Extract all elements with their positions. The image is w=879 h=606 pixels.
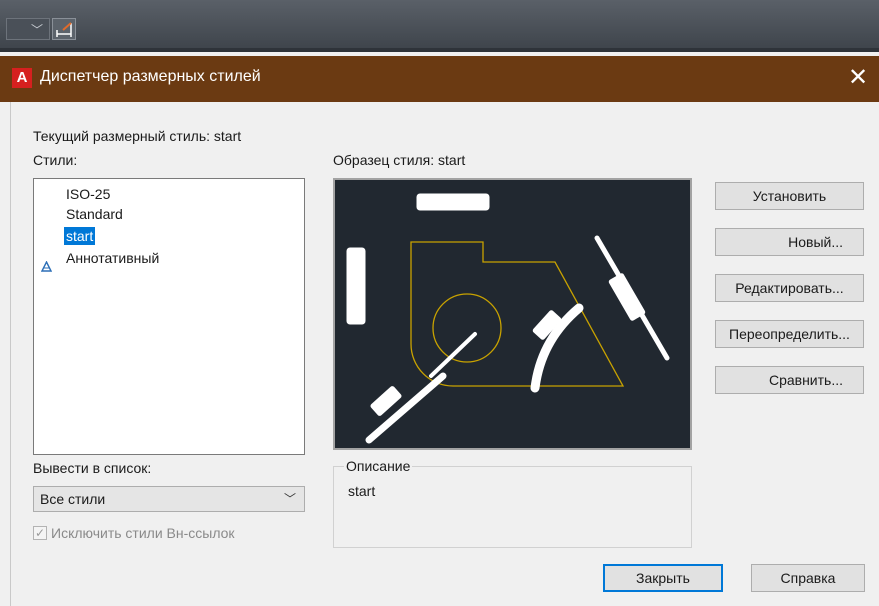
list-filter-value: Все стили (40, 491, 106, 507)
styles-list[interactable]: ISO-25 Standard start Аннотативный (33, 178, 305, 455)
description-text: start (348, 483, 376, 499)
chevron-down-icon: ﹀ (31, 23, 44, 37)
preview-dim-text-top (416, 193, 490, 211)
autocad-toolbar-strip: ﹀ (0, 0, 879, 52)
list-filter-select[interactable]: Все стили ﹀ (33, 486, 305, 512)
dialog-title: Диспетчер размерных стилей (40, 68, 261, 85)
dimension-style-manager-dialog: Текущий размерный стиль: start Стили: IS… (10, 102, 879, 606)
style-item-standard[interactable]: Standard (64, 205, 125, 223)
close-button[interactable]: Закрыть (603, 564, 723, 592)
list-filter-label: Вывести в список: (33, 460, 152, 476)
style-item-iso-25[interactable]: ISO-25 (64, 185, 112, 203)
linear-dimension-icon[interactable] (52, 18, 76, 40)
set-current-button[interactable]: Установить (715, 182, 864, 210)
description-group: Описание start (333, 458, 692, 548)
chevron-down-icon: ﹀ (284, 492, 297, 506)
override-button[interactable]: Переопределить... (715, 320, 864, 348)
preview-leader-line (429, 332, 477, 378)
dialog-title-bar[interactable]: A Диспетчер размерных стилей ✕ (0, 56, 879, 102)
description-legend: Описание (344, 458, 413, 474)
annotative-triangle-icon (40, 260, 53, 275)
current-style-label: Текущий размерный стиль: start (33, 128, 242, 144)
help-button[interactable]: Справка (751, 564, 865, 592)
preview-dim-text-left (346, 247, 366, 325)
preview-drawing (346, 193, 670, 444)
style-preview-canvas (333, 178, 692, 450)
preview-angular-text (608, 273, 646, 321)
checkmark-icon: ✓ (33, 526, 47, 540)
new-button[interactable]: Новый... (715, 228, 864, 256)
modify-button[interactable]: Редактировать... (715, 274, 864, 302)
close-icon[interactable]: ✕ (848, 64, 868, 92)
exclude-xrefs-label: Исключить стили Вн-ссылок (51, 525, 235, 541)
style-item-annotative[interactable]: Аннотативный (64, 249, 161, 267)
autocad-a-icon: A (12, 68, 32, 88)
preview-label: Образец стиля: start (333, 152, 466, 168)
preview-circle (432, 293, 502, 363)
compare-button[interactable]: Сравнить... (715, 366, 864, 394)
styles-label: Стили: (33, 152, 78, 168)
style-item-start[interactable]: start (64, 227, 96, 245)
dimension-style-combo[interactable]: ﹀ (6, 18, 50, 40)
